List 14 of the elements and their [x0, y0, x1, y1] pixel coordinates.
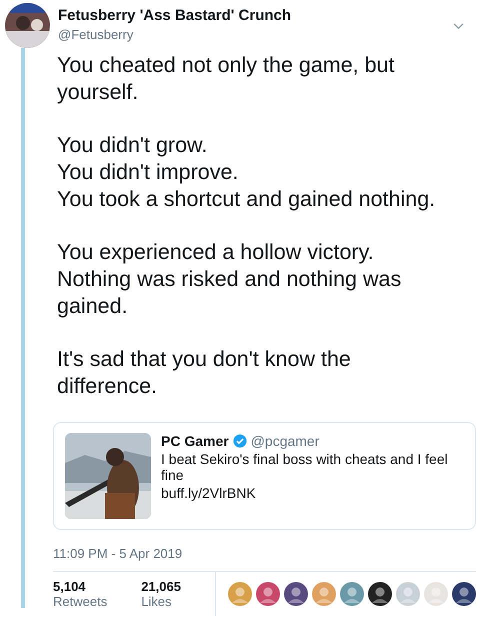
chevron-down-icon[interactable]	[453, 23, 464, 30]
quoted-author-name: PC Gamer	[161, 433, 229, 449]
tweet-text: It's sad that you don't know the difference.	[57, 346, 352, 400]
quoted-tweet-card[interactable]: PC Gamer @pcgamer I beat Sekiro's final boss with cheats and I feel fine buff.ly/2VlrBNK	[53, 422, 476, 530]
stat-count[interactable]: 5,104 Retweets	[53, 579, 132, 609]
author-name: Fetusberry 'Ass Bastard' Crunch	[58, 7, 292, 24]
quoted-author-handle: @pcgamer	[250, 433, 320, 449]
tweet-text: You didn't grow. You didn't improve. You took a shortcut and gained nothing.	[57, 132, 436, 213]
author-handle: @Fetusberry	[58, 27, 134, 42]
link[interactable]: buff.ly/2VlrBNK	[161, 485, 465, 501]
tweet-text: You cheated not only the game, but yourself.	[57, 52, 396, 106]
tweet-text: You experienced a hollow victory. Nothing was risked and nothing was gained.	[57, 239, 402, 320]
timestamp[interactable]: 11:09 PM - 5 Apr 2019	[53, 546, 476, 572]
stat-count[interactable]: 21,065 Likes	[141, 579, 205, 609]
